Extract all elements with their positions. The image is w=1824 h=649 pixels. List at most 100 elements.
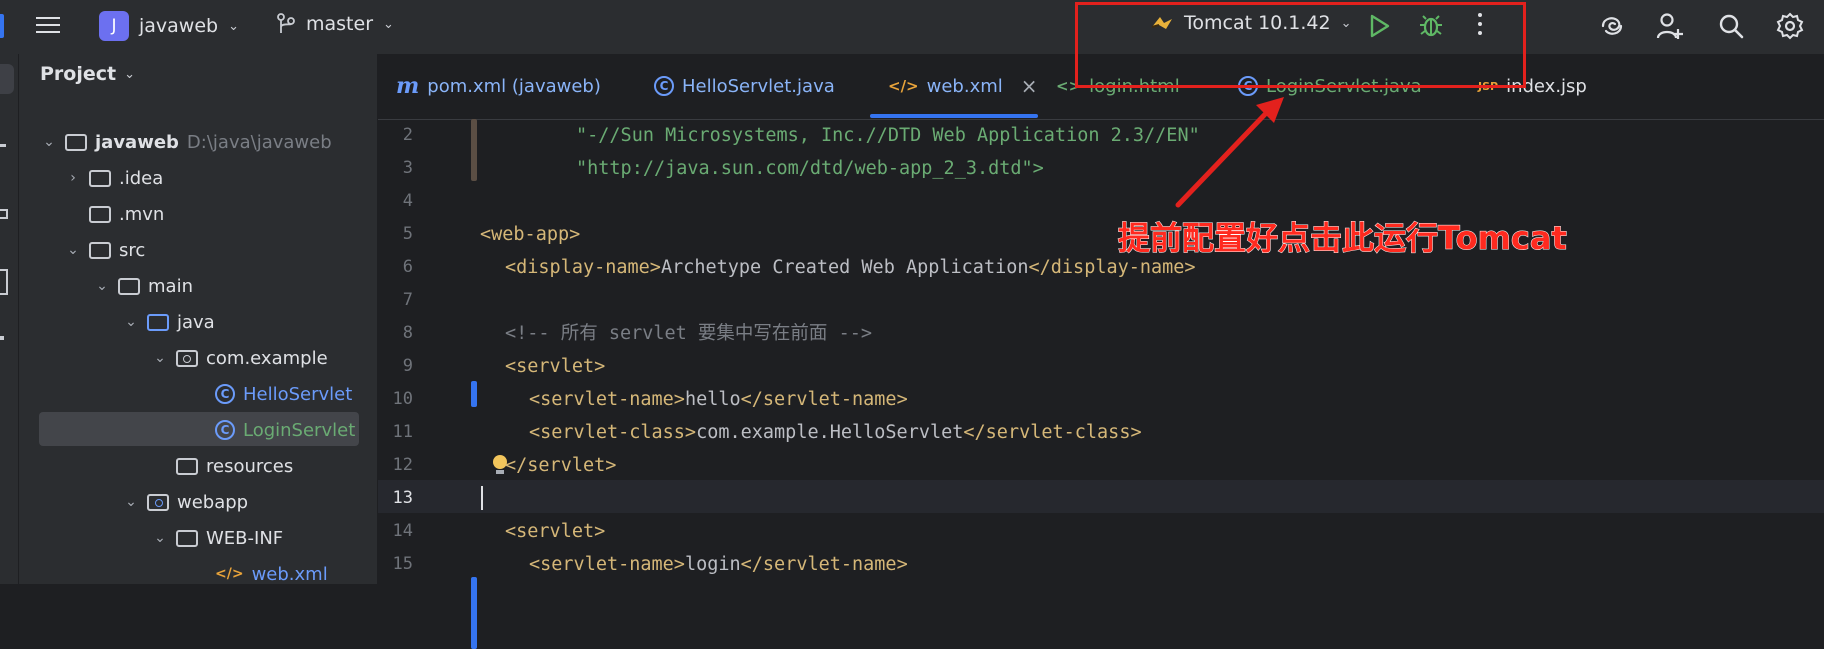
xml-text: com.example.HelloServlet (696, 422, 964, 443)
tab-label: HelloServlet.java (682, 75, 835, 97)
project-panel-header[interactable]: Project ⌄ (40, 63, 135, 85)
branch-selector[interactable]: master ⌄ (276, 13, 394, 35)
tree-item-label: webapp (177, 491, 249, 513)
line-number: 2 (402, 125, 413, 145)
xml-tag: <display-name> (505, 257, 661, 278)
code-line-5: <web-app> (480, 218, 580, 251)
tree-item-label: LoginServlet (243, 419, 356, 441)
tab-pom-xml[interactable]: m pom.xml (javaweb) (396, 54, 601, 118)
xml-tag: <servlet-name> (529, 389, 685, 410)
tree-item-label: HelloServlet (243, 383, 353, 405)
tree-item-label: web.xml (251, 563, 328, 585)
tab-helloservlet[interactable]: C HelloServlet.java (654, 54, 835, 118)
tree-item-web-inf[interactable]: ⌄ WEB-INF (152, 522, 283, 554)
code-line-2: "-//Sun Microsystems, Inc.//DTD Web Appl… (576, 119, 1200, 152)
tree-item-web-xml[interactable]: </> web.xml (215, 558, 328, 590)
tool-window-strip (0, 54, 19, 584)
xml-text: Archetype Created Web Application (660, 257, 1029, 278)
tool-icon[interactable] (0, 209, 8, 219)
vcs-change-marker (471, 119, 477, 181)
java-class-icon: C (215, 420, 235, 440)
tree-item-helloservlet[interactable]: C HelloServlet (215, 378, 352, 410)
tree-item-label: .mvn (119, 203, 165, 225)
annotation-arrow (1175, 97, 1284, 208)
folder-icon (118, 277, 140, 295)
xml-tag: </servlet-class> (963, 422, 1142, 443)
xml-text: login (684, 554, 741, 575)
tree-item-label: WEB-INF (206, 527, 284, 549)
tree-item-label: src (119, 239, 146, 261)
project-tool-icon[interactable] (0, 64, 14, 94)
git-branch-icon (277, 13, 295, 33)
tree-item-main[interactable]: ⌄ main (94, 270, 193, 302)
ai-assistant-icon[interactable] (1598, 12, 1626, 40)
tree-item-package[interactable]: ⌄ com.example (152, 342, 328, 374)
tree-item-java[interactable]: ⌄ java (123, 306, 215, 338)
line-number: 14 (392, 521, 413, 541)
tree-item-javaweb[interactable]: ⌄ javaweb D:\java\javaweb (41, 126, 332, 158)
xml-file-icon: </> (888, 77, 919, 95)
project-selector[interactable]: J javaweb ⌄ (99, 11, 239, 41)
project-avatar: J (99, 11, 129, 41)
chevron-down-icon: ⌄ (125, 314, 137, 330)
chevron-down-icon: ⌄ (96, 278, 108, 294)
xml-comment: <!-- 所有 servlet 要集中写在前面 --> (505, 323, 872, 344)
xml-tag: <web-app> (480, 224, 581, 245)
tree-item-mvn[interactable]: .mvn (65, 198, 164, 230)
tree-item-src[interactable]: ⌄ src (65, 234, 145, 266)
tree-item-loginservlet[interactable]: C LoginServlet (215, 414, 355, 446)
maven-icon: m (396, 73, 420, 99)
vcs-change-marker (471, 579, 477, 649)
chevron-right-icon: › (70, 170, 76, 186)
tool-icon[interactable] (0, 144, 6, 147)
tree-item-label: javaweb (95, 131, 179, 153)
search-icon[interactable] (1718, 13, 1744, 39)
code-line-6: <display-name>Archetype Created Web Appl… (505, 251, 1196, 284)
project-name: javaweb (139, 15, 219, 37)
line-number: 9 (402, 356, 413, 376)
tree-item-path: D:\java\javaweb (186, 131, 332, 153)
tree-item-resources[interactable]: resources (176, 450, 293, 482)
active-tab-indicator (870, 114, 1038, 118)
line-number: 4 (402, 191, 413, 211)
resources-folder-icon (176, 457, 198, 475)
line-number: 8 (402, 323, 413, 343)
hamburger-menu-icon[interactable] (36, 14, 60, 36)
xml-tag: <servlet-name> (529, 554, 685, 575)
code-editor[interactable]: "-//Sun Microsystems, Inc.//DTD Web Appl… (478, 119, 1824, 584)
folder-icon (89, 241, 111, 259)
main-toolbar: J javaweb ⌄ master ⌄ Tomcat 10.1.42 ⌄ (0, 0, 1824, 54)
chevron-down-icon: ⌄ (228, 18, 240, 34)
branch-name: master (306, 13, 374, 35)
tree-item-webapp[interactable]: ⌄ webapp (123, 486, 248, 518)
code-line-10: <servlet-name>hello</servlet-name> (529, 383, 908, 416)
add-user-icon[interactable] (1656, 11, 1684, 41)
package-icon (176, 349, 198, 367)
chevron-down-icon: ⌄ (67, 242, 79, 258)
tab-label: pom.xml (javaweb) (427, 75, 601, 97)
project-panel-title: Project (40, 63, 117, 85)
tool-icon[interactable] (0, 336, 4, 340)
tree-item-label: java (177, 311, 215, 333)
folder-icon (89, 205, 111, 223)
annotation-highlight-box (1075, 2, 1526, 88)
chevron-down-icon: ⌄ (43, 134, 55, 150)
tool-icon[interactable] (0, 269, 8, 295)
xml-tag: </display-name> (1028, 257, 1196, 278)
xml-tag: </servlet> (505, 455, 617, 476)
app-logo-icon (0, 14, 4, 38)
module-folder-icon (65, 133, 87, 151)
close-tab-icon[interactable]: × (1021, 74, 1038, 98)
chevron-down-icon: ⌄ (124, 66, 135, 82)
folder-icon (176, 529, 198, 547)
tree-item-idea[interactable]: › .idea (65, 162, 163, 194)
vcs-change-marker (471, 381, 477, 407)
code-line-9: <servlet> (505, 350, 605, 383)
editor-area: m pom.xml (javaweb) C HelloServlet.java … (378, 54, 1824, 649)
line-number: 3 (402, 158, 413, 178)
tab-web-xml[interactable]: </> web.xml × (888, 54, 1038, 118)
java-class-icon: C (215, 384, 235, 404)
line-number: 13 (392, 488, 413, 508)
xml-tag: </servlet-name> (740, 554, 908, 575)
settings-gear-icon[interactable] (1776, 12, 1804, 40)
